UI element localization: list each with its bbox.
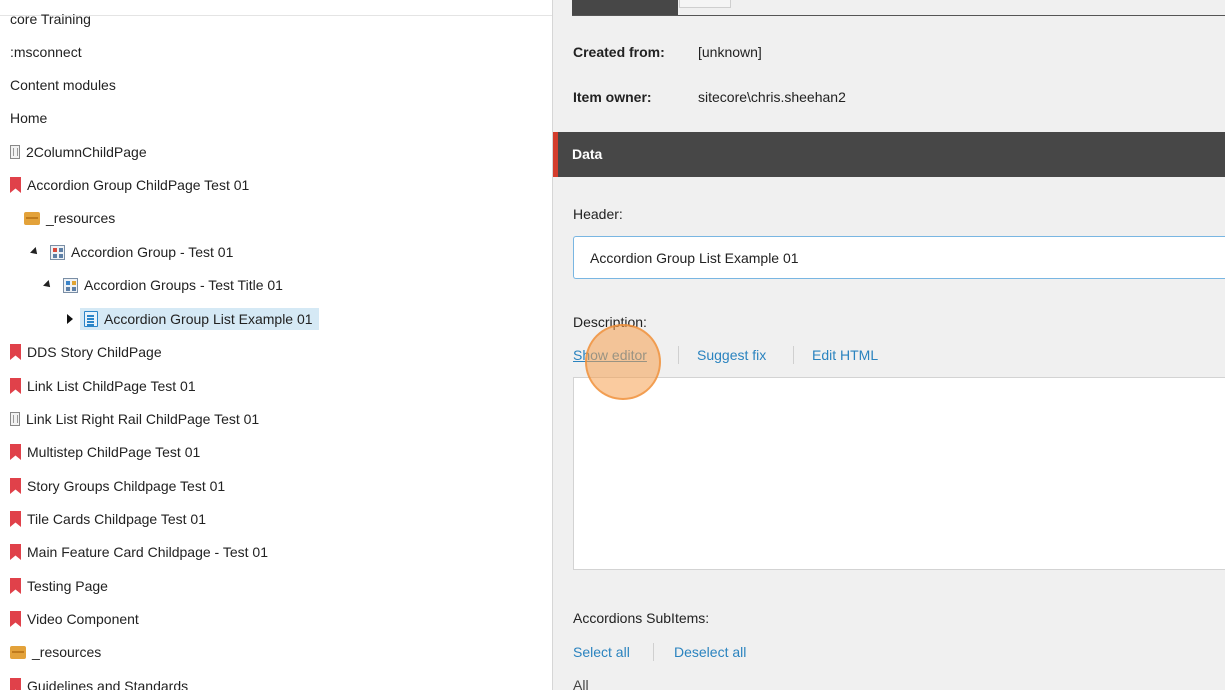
link-separator	[653, 643, 654, 661]
tree-item-label: Accordion Group ChildPage Test 01	[27, 177, 250, 193]
content-tree: core Training :msconnect Content modules…	[0, 0, 552, 690]
bookmark-icon	[10, 478, 21, 494]
click-indicator	[585, 324, 661, 400]
item-owner-label: Item owner:	[573, 89, 652, 105]
tree-item-testing-page[interactable]: Testing Page	[10, 574, 108, 598]
tree-item-label: Multistep ChildPage Test 01	[27, 444, 201, 460]
tree-item-main-feature-card[interactable]: Main Feature Card Childpage - Test 01	[10, 540, 268, 564]
bookmark-icon	[10, 177, 21, 193]
tree-item-label: Content modules	[10, 77, 116, 93]
subitems-field-label: Accordions SubItems:	[573, 610, 710, 626]
link-separator	[678, 346, 679, 364]
tree-item-cmsconnect[interactable]: :msconnect	[10, 40, 82, 64]
tree-item-label: Accordion Group - Test 01	[71, 244, 234, 260]
tree-item-story-groups-childpage[interactable]: Story Groups Childpage Test 01	[10, 474, 225, 498]
tree-item-2columnchildpage[interactable]: 2ColumnChildPage	[10, 140, 147, 164]
all-group-label: All	[573, 677, 589, 690]
tree-item-label: _resources	[32, 644, 102, 660]
tree-item-sitecore-training[interactable]: core Training	[10, 7, 91, 31]
tree-item-label: Home	[10, 110, 48, 126]
tree-item-label: Video Component	[27, 611, 139, 627]
tree-item-label: :msconnect	[10, 44, 82, 60]
editor-tab[interactable]	[679, 0, 731, 8]
tree-item-selected-label: Accordion Group List Example 01	[80, 308, 319, 330]
component-grid-icon	[63, 277, 78, 293]
bookmark-icon	[10, 544, 21, 560]
tree-item-content-modules[interactable]: Content modules	[10, 73, 116, 97]
component-grid-icon	[50, 244, 65, 260]
resources-box-icon	[24, 211, 40, 225]
tree-item-accordion-group-childpage[interactable]: Accordion Group ChildPage Test 01	[10, 173, 249, 197]
editor-tab-strip	[572, 0, 1225, 16]
tree-item-accordion-groups-test-title[interactable]: Accordion Groups - Test Title 01	[43, 273, 283, 297]
tree-item-label: DDS Story ChildPage	[27, 344, 162, 360]
bookmark-icon	[10, 511, 21, 527]
tree-item-link-list-right-rail[interactable]: Link List Right Rail ChildPage Test 01	[10, 407, 259, 431]
tree-item-resources[interactable]: _resources	[24, 206, 115, 230]
tree-item-label: 2ColumnChildPage	[26, 144, 147, 160]
page-doc-icon	[10, 145, 20, 159]
data-section-header[interactable]: Data	[553, 132, 1225, 177]
section-accent	[553, 132, 558, 177]
tree-item-link-list-childpage[interactable]: Link List ChildPage Test 01	[10, 374, 196, 398]
header-input-value: Accordion Group List Example 01	[590, 250, 799, 266]
resources-box-icon	[10, 645, 26, 659]
link-separator	[793, 346, 794, 364]
tree-item-tile-cards-childpage[interactable]: Tile Cards Childpage Test 01	[10, 507, 206, 531]
tree-item-label: Story Groups Childpage Test 01	[27, 478, 226, 494]
tree-item-video-component[interactable]: Video Component	[10, 607, 139, 631]
expand-arrow-icon[interactable]	[30, 246, 42, 258]
deselect-all-link[interactable]: Deselect all	[674, 644, 746, 660]
tree-item-label: Accordion Groups - Test Title 01	[84, 277, 283, 293]
tree-item-label: Tile Cards Childpage Test 01	[27, 511, 206, 527]
tree-item-label: core Training	[10, 11, 91, 27]
select-all-link[interactable]: Select all	[573, 644, 630, 660]
list-item-icon	[84, 311, 98, 327]
expand-arrow-icon[interactable]	[43, 279, 55, 291]
page-doc-icon	[10, 412, 20, 426]
bookmark-icon	[10, 578, 21, 594]
tree-item-resources-root[interactable]: _resources	[10, 640, 101, 664]
description-rich-text-area[interactable]	[573, 377, 1225, 570]
tree-item-accordion-group-test[interactable]: Accordion Group - Test 01	[30, 240, 233, 264]
tree-item-guidelines-standards[interactable]: Guidelines and Standards	[10, 674, 188, 690]
tree-item-label: Testing Page	[27, 578, 108, 594]
bookmark-icon	[10, 678, 21, 690]
tree-item-label: _resources	[46, 210, 116, 226]
edit-html-link[interactable]: Edit HTML	[812, 347, 878, 363]
suggest-fix-link[interactable]: Suggest fix	[697, 347, 766, 363]
tree-item-label: Guidelines and Standards	[27, 678, 189, 690]
bookmark-icon	[10, 611, 21, 627]
section-title: Data	[572, 146, 603, 162]
created-from-value: [unknown]	[698, 44, 762, 60]
tree-item-label: Main Feature Card Childpage - Test 01	[27, 544, 268, 560]
tree-item-label: Link List Right Rail ChildPage Test 01	[26, 411, 260, 427]
header-input[interactable]: Accordion Group List Example 01	[573, 236, 1225, 279]
header-field-label: Header:	[573, 206, 623, 222]
bookmark-icon	[10, 344, 21, 360]
item-owner-value: sitecore\chris.sheehan2	[698, 89, 846, 105]
bookmark-icon	[10, 444, 21, 460]
tree-item-label: Link List ChildPage Test 01	[27, 378, 196, 394]
created-from-label: Created from:	[573, 44, 665, 60]
tree-item-home[interactable]: Home	[10, 106, 47, 130]
collapse-arrow-icon[interactable]	[64, 313, 76, 325]
tree-item-dds-story-childpage[interactable]: DDS Story ChildPage	[10, 340, 162, 364]
tree-item-multistep-childpage[interactable]: Multistep ChildPage Test 01	[10, 440, 200, 464]
tree-item-accordion-group-list-example[interactable]: Accordion Group List Example 01	[64, 307, 319, 331]
tree-item-label: Accordion Group List Example 01	[104, 311, 313, 327]
bookmark-icon	[10, 378, 21, 394]
editor-tab-active[interactable]	[572, 0, 678, 15]
